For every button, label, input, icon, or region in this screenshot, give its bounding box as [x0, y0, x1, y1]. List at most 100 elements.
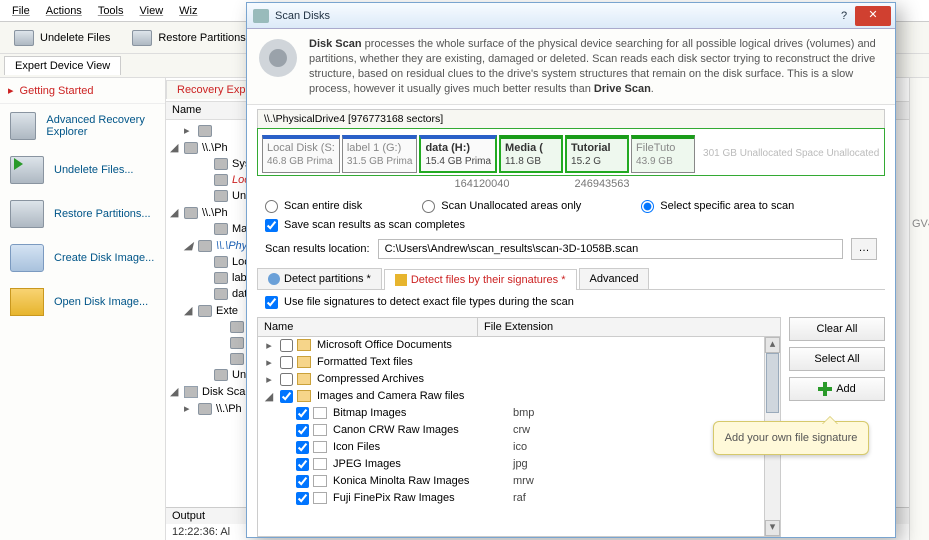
group-checkbox[interactable]: [280, 373, 293, 386]
signatures-tree[interactable]: ▸Microsoft Office Documents▸Formatted Te…: [258, 337, 764, 536]
disk-image-icon: [10, 244, 44, 272]
item-checkbox[interactable]: [296, 424, 309, 437]
group-checkbox[interactable]: [280, 356, 293, 369]
partition-size: 11.8 GB: [505, 156, 557, 168]
signature-item[interactable]: Bitmap Imagesbmp: [258, 405, 764, 422]
save-scan-results-checkbox[interactable]: [265, 219, 278, 232]
item-ext: crw: [513, 424, 530, 436]
browse-button[interactable]: …: [851, 238, 877, 260]
sector-end: 246943563: [557, 178, 647, 190]
signature-item[interactable]: Konica Minolta Raw Imagesmrw: [258, 473, 764, 490]
item-checkbox[interactable]: [296, 475, 309, 488]
expand-icon[interactable]: ◢: [262, 390, 276, 403]
use-signatures-checkbox[interactable]: [265, 296, 278, 309]
partition-name: label 1 (G:): [347, 142, 413, 155]
expand-icon[interactable]: ▸: [262, 356, 276, 369]
undelete-files-action[interactable]: Undelete Files...: [0, 148, 165, 192]
dialog-title-bar[interactable]: Scan Disks ? ✕: [247, 3, 895, 29]
undelete-files-button[interactable]: Undelete Files: [8, 28, 116, 48]
partition-size: 46.8 GB Prima: [267, 156, 335, 168]
open-disk-image-action[interactable]: Open Disk Image...: [0, 280, 165, 324]
signature-group[interactable]: ▸ Compressed Archives: [258, 371, 764, 388]
physical-drive-tab[interactable]: \\.\PhysicalDrive4 [976773168 sectors]: [257, 109, 885, 128]
advanced-recovery-explorer-action[interactable]: Advanced Recovery Explorer: [0, 104, 165, 148]
signature-group[interactable]: ▸Microsoft Office Documents: [258, 337, 764, 354]
scroll-up-button[interactable]: ▴: [765, 337, 780, 353]
signature-group[interactable]: ▸Formatted Text files: [258, 354, 764, 371]
partition-block[interactable]: Local Disk (S:46.8 GB Prima: [262, 135, 340, 172]
col-name[interactable]: Name: [258, 318, 478, 336]
item-checkbox[interactable]: [296, 407, 309, 420]
scan-specific-radio[interactable]: Select specific area to scan: [641, 200, 794, 213]
drive-icon: [132, 30, 152, 46]
group-checkbox[interactable]: [280, 339, 293, 352]
group-checkbox[interactable]: [280, 390, 293, 403]
expert-device-view-tab[interactable]: Expert Device View: [4, 56, 121, 75]
expand-icon[interactable]: ▸: [262, 339, 276, 352]
partition-map[interactable]: Local Disk (S:46.8 GB Primalabel 1 (G:)3…: [257, 128, 885, 175]
item-ext: ico: [513, 441, 527, 453]
help-button[interactable]: ?: [833, 10, 855, 22]
expand-icon[interactable]: ◢: [170, 206, 180, 219]
expand-icon[interactable]: ▸: [262, 373, 276, 386]
partitions-icon: [268, 273, 280, 285]
restore-partitions-action[interactable]: Restore Partitions...: [0, 192, 165, 236]
getting-started-section[interactable]: ▸ Getting Started: [0, 78, 165, 104]
file-icon: [313, 441, 327, 453]
partition-block[interactable]: FileTuto43.9 GB: [631, 135, 695, 172]
explorer-icon: [10, 112, 36, 140]
partition-block[interactable]: label 1 (G:)31.5 GB Prima: [342, 135, 418, 172]
partition-size: 15.2 G: [571, 156, 623, 168]
item-checkbox[interactable]: [296, 492, 309, 505]
select-all-button[interactable]: Select All: [789, 347, 885, 371]
detect-signatures-tab[interactable]: Detect files by their signatures *: [384, 269, 577, 290]
clear-all-button[interactable]: Clear All: [789, 317, 885, 341]
scroll-down-button[interactable]: ▾: [765, 520, 780, 536]
scan-unallocated-radio[interactable]: Scan Unallocated areas only: [422, 200, 581, 213]
partition-block[interactable]: Tutorial15.2 G: [565, 135, 629, 172]
group-name: Compressed Archives: [317, 373, 517, 385]
partition-name: Tutorial: [571, 142, 623, 155]
file-icon: [313, 424, 327, 436]
drive-icon: [184, 142, 198, 154]
unallocated-space[interactable]: 301 GB Unallocated Space Unallocated: [697, 135, 880, 172]
expand-icon[interactable]: ▸: [184, 124, 194, 137]
action-label: Advanced Recovery Explorer: [46, 114, 155, 138]
expand-icon[interactable]: ◢: [184, 239, 194, 252]
scroll-thumb[interactable]: [766, 353, 779, 413]
expand-icon[interactable]: ◢: [184, 304, 194, 317]
menu-file[interactable]: File: [4, 3, 38, 19]
create-disk-image-action[interactable]: Create Disk Image...: [0, 236, 165, 280]
close-button[interactable]: ✕: [855, 6, 891, 26]
plus-icon: [818, 382, 832, 396]
getting-started-label: Getting Started: [20, 85, 94, 97]
action-label: Create Disk Image...: [54, 252, 154, 264]
signature-group[interactable]: ◢Images and Camera Raw files: [258, 388, 764, 405]
partition-block[interactable]: Media (11.8 GB: [499, 135, 563, 172]
signature-item[interactable]: JPEG Imagesjpg: [258, 456, 764, 473]
advanced-tab[interactable]: Advanced: [579, 268, 650, 289]
scan-entire-disk-radio[interactable]: Scan entire disk: [265, 200, 362, 213]
expand-icon[interactable]: ◢: [170, 385, 180, 398]
detect-partitions-tab[interactable]: Detect partitions *: [257, 268, 382, 289]
restore-partitions-button[interactable]: Restore Partitions: [126, 28, 251, 48]
menu-wiz[interactable]: Wiz: [171, 3, 205, 19]
partition-block[interactable]: data (H:)15.4 GB Prima: [419, 135, 497, 172]
add-signature-button[interactable]: Add: [789, 377, 885, 401]
menu-tools[interactable]: Tools: [90, 3, 132, 19]
item-checkbox[interactable]: [296, 458, 309, 471]
item-checkbox[interactable]: [296, 441, 309, 454]
expand-icon[interactable]: ◢: [170, 141, 180, 154]
expand-icon[interactable]: ▸: [184, 402, 194, 415]
signature-item[interactable]: Fuji FinePix Raw Imagesraf: [258, 490, 764, 507]
results-location-label: Scan results location:: [265, 243, 370, 255]
signature-item[interactable]: Icon Filesico: [258, 439, 764, 456]
menu-actions[interactable]: Actions: [38, 3, 90, 19]
results-location-input[interactable]: [378, 239, 843, 259]
menu-view[interactable]: View: [132, 3, 172, 19]
signature-item[interactable]: Canon CRW Raw Imagescrw: [258, 422, 764, 439]
item-ext: raf: [513, 492, 526, 504]
drive-icon: [198, 403, 212, 415]
recovery-explorer-tab[interactable]: Recovery Exp: [166, 80, 256, 99]
col-extension[interactable]: File Extension: [478, 318, 780, 336]
